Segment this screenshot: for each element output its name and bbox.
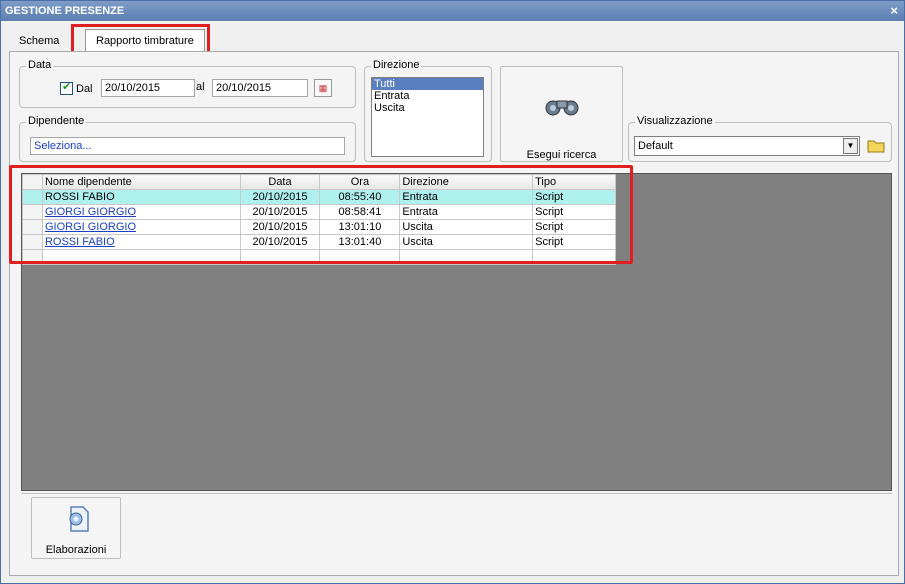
chevron-down-icon[interactable]: ▼ — [843, 138, 858, 154]
data-group: Data Dal 20/10/2015 al 20/10/2015 ▦ — [19, 59, 356, 108]
direzione-listbox[interactable]: Tutti Entrata Uscita — [371, 77, 484, 157]
visualizzazione-select[interactable]: Default ▼ — [634, 136, 860, 156]
data-group-label: Data — [26, 59, 54, 71]
esegui-ricerca-label: Esegui ricerca — [526, 149, 597, 161]
direzione-group: Direzione Tutti Entrata Uscita — [364, 59, 492, 162]
direzione-option-tutti[interactable]: Tutti — [372, 78, 483, 90]
elaborazioni-label: Elaborazioni — [45, 544, 107, 556]
al-label: al — [196, 81, 205, 93]
from-date-field[interactable]: 20/10/2015 — [101, 79, 195, 97]
visualizzazione-group-label: Visualizzazione — [635, 115, 715, 127]
close-icon[interactable]: × — [890, 1, 898, 21]
direzione-option-entrata[interactable]: Entrata — [372, 90, 483, 102]
folder-icon[interactable] — [867, 137, 885, 153]
calendar-icon[interactable]: ▦ — [314, 79, 332, 97]
direzione-group-label: Direzione — [371, 59, 422, 71]
dal-label: Dal — [76, 83, 93, 95]
direzione-option-uscita[interactable]: Uscita — [372, 102, 483, 114]
visualizzazione-value: Default — [638, 140, 673, 152]
elaborazioni-button[interactable]: Elaborazioni — [31, 497, 121, 559]
binoculars-icon — [545, 100, 579, 116]
dipendente-select-field[interactable]: Seleziona... — [30, 137, 345, 155]
dipendente-group-label: Dipendente — [26, 115, 87, 127]
to-date-field[interactable]: 20/10/2015 — [212, 79, 308, 97]
dal-checkbox[interactable] — [60, 80, 73, 95]
window-title: GESTIONE PRESENZE — [5, 5, 125, 17]
esegui-ricerca-button[interactable]: Esegui ricerca — [500, 66, 623, 162]
visualizzazione-group: Visualizzazione Default ▼ — [628, 115, 892, 162]
main-window: GESTIONE PRESENZE × Schema ore Rapporto … — [0, 0, 905, 584]
bottom-toolbar: Elaborazioni — [21, 493, 892, 572]
dipendente-group: Dipendente Seleziona... — [19, 115, 356, 162]
tab-content-panel: Data Dal 20/10/2015 al 20/10/2015 ▦ Dipe… — [9, 51, 899, 576]
grid-highlight-annotation — [9, 165, 633, 264]
title-bar: GESTIONE PRESENZE × — [1, 1, 904, 21]
gear-document-icon — [69, 506, 89, 532]
